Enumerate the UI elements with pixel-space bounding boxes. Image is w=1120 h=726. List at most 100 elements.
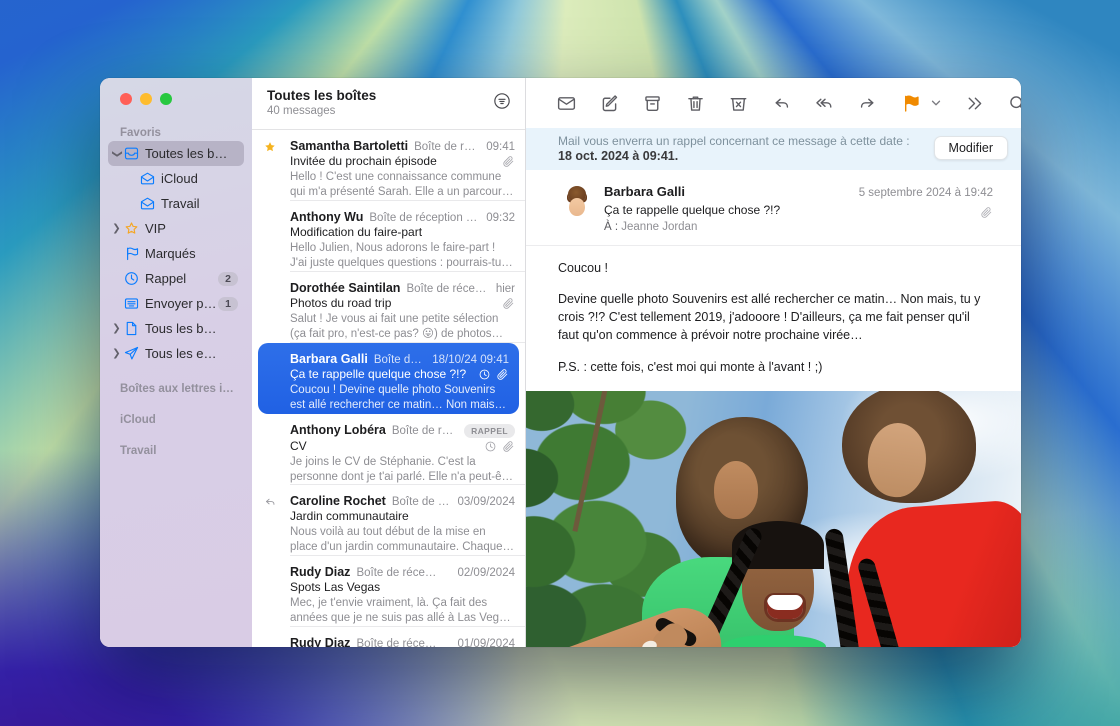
archive-button[interactable] <box>642 93 663 114</box>
message-row[interactable]: Rudy DiazBoîte de réce…01/09/2024 <box>252 627 525 647</box>
sidebar-item-rappel[interactable]: Rappel 2 <box>108 266 244 291</box>
more-toolbar-button[interactable] <box>964 93 985 114</box>
recipient-name[interactable]: Jeanne Jordan <box>621 221 697 233</box>
close-button[interactable] <box>120 93 132 105</box>
message-row-line1: Anthony WuBoîte de réception -…09:32 <box>290 210 515 224</box>
sidebar-item-tous-les-brouillons[interactable]: ❯Tous les b… <box>108 316 244 341</box>
sidebar-item-travail-inbox[interactable]: Travail <box>108 191 244 216</box>
message-count: 40 messages <box>267 105 525 117</box>
message-row-line2: Ça te rappelle quelque chose ?!? <box>290 367 509 381</box>
message-preview: Mec, je t'envie vraiment, là. Ça fait de… <box>290 596 515 625</box>
message-row-line2: Spots Las Vegas <box>290 580 515 594</box>
reply-all-button[interactable] <box>814 93 835 114</box>
message-row-line2: Jardin communautaire <box>290 509 515 523</box>
reply-button[interactable] <box>771 93 792 114</box>
message-date: 01/09/2024 <box>457 638 515 647</box>
message-subject: Ça te rappelle quelque chose ?!? <box>290 367 473 381</box>
message-mailbox: Boîte de récept… <box>406 283 487 295</box>
message-row-line1: Caroline RochetBoîte de r…03/09/2024 <box>290 494 515 508</box>
message-preview: Nous voilà au tout début de la mise en p… <box>290 525 515 554</box>
avatar-face <box>569 198 585 216</box>
clock-icon <box>123 270 140 287</box>
modify-reminder-button[interactable]: Modifier <box>934 136 1008 160</box>
attachment-paperclip-icon <box>980 206 993 219</box>
chevron-right-icon[interactable]: ❯ <box>110 349 123 359</box>
message-date: 09:41 <box>486 141 515 153</box>
message-sender: Dorothée Saintilan <box>290 281 400 295</box>
sidebar-item-label: Rappel <box>145 271 186 286</box>
woman-left-face <box>714 461 758 519</box>
sidebar-item-icloud-inbox[interactable]: iCloud <box>108 166 244 191</box>
sidebar-item-label: VIP <box>145 221 166 236</box>
sender-avatar[interactable] <box>562 186 592 220</box>
message-sender: Samantha Bartoletti <box>290 139 408 153</box>
clock-icon <box>484 440 497 453</box>
zoom-button[interactable] <box>160 93 172 105</box>
get-mail-button[interactable] <box>556 93 577 114</box>
sidebar-item-label: Envoyer p… <box>145 296 217 311</box>
message-row[interactable]: Samantha BartolettiBoîte de ré…09:41Invi… <box>252 130 525 201</box>
window-controls <box>100 78 252 105</box>
body-paragraph: Devine quelle photo Souvenirs est allé r… <box>558 290 991 344</box>
message-row[interactable]: Dorothée Saintilan Boîte de récept… hierPh… <box>252 272 525 343</box>
delete-button[interactable] <box>685 93 706 114</box>
message-date: 5 septembre 2024 à 19:42 <box>859 187 993 199</box>
mailbox-title: Toutes les boîtes <box>267 88 525 103</box>
message-subject: Photos du road trip <box>290 296 497 310</box>
message-row-line2: Modification du faire-part <box>290 225 515 239</box>
sidebar-section-title: Favoris <box>100 126 252 141</box>
body-paragraph: P.S. : cette fois, c'est moi qui monte à… <box>558 358 991 376</box>
message-row[interactable]: Caroline RochetBoîte de r…03/09/2024Jard… <box>252 485 525 556</box>
message-mailbox: Boîte de réce… <box>356 567 449 579</box>
chevron-right-icon[interactable]: ❯ <box>110 324 123 334</box>
message-row[interactable]: Anthony LobéraBoîte de récepti…RAPPELCVJ… <box>252 414 525 485</box>
sidebar-item-label: Travail <box>161 196 200 211</box>
message-preview: Salut ! Je vous ai fait une petite sélec… <box>290 312 515 341</box>
sidebar-item-label: Tous les e… <box>145 346 217 361</box>
forward-button[interactable] <box>857 93 878 114</box>
minimize-button[interactable] <box>140 93 152 105</box>
sidebar-section-title: Travail <box>100 444 252 459</box>
send-later-icon <box>123 295 140 312</box>
message-row-line1: Anthony LobéraBoîte de récepti…RAPPEL <box>290 423 515 438</box>
sidebar-item-vip[interactable]: ❯ VIP <box>108 216 244 241</box>
paperclip-icon <box>502 155 515 168</box>
message-mailbox: Boîte de… <box>374 354 424 366</box>
message-row[interactable]: Rudy DiazBoîte de réce…02/09/2024Spots L… <box>252 556 525 627</box>
message-mailbox: Boîte de réce… <box>356 638 449 647</box>
chevron-down-icon[interactable]: ❯ <box>112 147 122 160</box>
message-date: 09:32 <box>486 212 515 224</box>
filter-icon[interactable] <box>492 91 512 111</box>
sidebar-item-toutes-les-boites[interactable]: ❯Toutes les b… <box>108 141 244 166</box>
sidebar-item-envoyer-plus-tard[interactable]: Envoyer p…1 <box>108 291 244 316</box>
reminder-text: Mail vous enverra un rappel concernant c… <box>558 134 910 164</box>
compose-button[interactable] <box>599 93 620 114</box>
sidebar-item-marques[interactable]: Marqués <box>108 241 244 266</box>
message-row-line2: Photos du road trip <box>290 296 515 310</box>
sidebar-item-label: iCloud <box>161 171 198 186</box>
message-row[interactable]: Anthony WuBoîte de réception -…09:32Modi… <box>252 201 525 272</box>
message-subject: Invitée du prochain épisode <box>290 154 497 168</box>
unread-count-badge: 2 <box>218 272 238 286</box>
message-subject: Jardin communautaire <box>290 509 515 523</box>
message-row-line1: Dorothée Saintilan Boîte de récept… hier <box>290 281 515 295</box>
sidebar-section-title: Boîtes aux lettres i… <box>100 382 252 397</box>
flag-menu-chevron[interactable] <box>930 97 942 109</box>
message-mailbox: Boîte de récepti… <box>392 425 456 437</box>
paperclip-icon <box>496 368 509 381</box>
chevron-right-icon[interactable]: ❯ <box>110 224 123 234</box>
message-row[interactable]: Barbara GalliBoîte de…18/10/24 09:41Ça t… <box>258 343 519 414</box>
search-button[interactable] <box>1007 93 1021 114</box>
laughing-mouth <box>764 593 806 622</box>
sidebar-item-label: Marqués <box>145 246 196 261</box>
message-sender: Rudy Diaz <box>290 565 350 579</box>
message-subject: Modification du faire-part <box>290 225 515 239</box>
flag-button[interactable] <box>900 93 921 114</box>
message-row-line1: Rudy DiazBoîte de réce…02/09/2024 <box>290 565 515 579</box>
sidebar-item-tous-les-envoyes[interactable]: ❯ Tous les e… <box>108 341 244 366</box>
photo-attachment[interactable] <box>526 391 1021 647</box>
junk-button[interactable] <box>728 93 749 114</box>
message-date: hier <box>496 283 515 295</box>
mailbox-tray-icon <box>123 145 140 162</box>
document-icon <box>123 320 140 337</box>
